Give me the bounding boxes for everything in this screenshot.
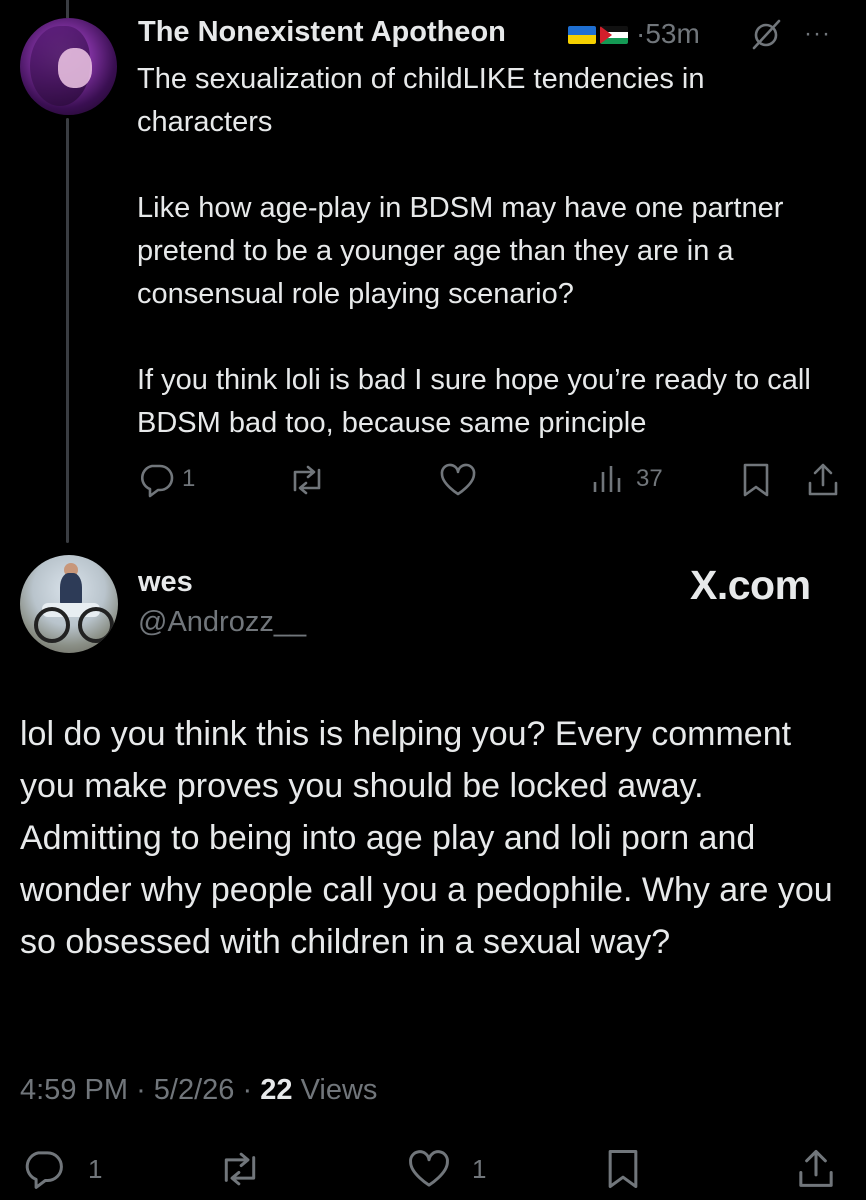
author-name[interactable]: wes: [138, 566, 193, 599]
post-text: lol do you think this is helping you? Ev…: [20, 715, 833, 961]
views-count: 22: [260, 1074, 293, 1106]
reply-count: 1: [182, 465, 196, 492]
post-text-line: Like how age-play in BDSM may have one p…: [137, 192, 784, 310]
post-text-line: The sexualization of childLIKE tendencie…: [137, 63, 705, 138]
ukraine-flag-icon: [568, 26, 596, 44]
thread-line: [66, 118, 69, 543]
repost-icon[interactable]: [286, 462, 328, 498]
post-text: The sexualization of childLIKE tendencie…: [137, 58, 837, 445]
avatar-wheel: [34, 607, 70, 643]
thread-line-top: [66, 0, 69, 18]
avatar[interactable]: [20, 555, 118, 653]
author-handle[interactable]: @Androzz__: [138, 606, 306, 639]
reply-icon[interactable]: [20, 1148, 66, 1190]
avatar-wheel: [78, 607, 114, 643]
avatar[interactable]: [20, 18, 117, 115]
separator: ·: [136, 1074, 146, 1106]
separator: ·: [636, 18, 646, 49]
views-count: 37: [636, 465, 663, 492]
palestine-flag-icon: [600, 26, 628, 44]
x-watermark: X.com: [690, 562, 811, 608]
post-date[interactable]: 5/2/26: [154, 1074, 235, 1106]
more-options-icon[interactable]: ···: [804, 20, 831, 48]
like-icon[interactable]: [406, 1148, 452, 1190]
post-time[interactable]: ·53m: [636, 18, 700, 50]
post-time[interactable]: 4:59 PM: [20, 1074, 128, 1106]
bookmark-icon[interactable]: [604, 1148, 642, 1190]
reply-count: 1: [88, 1154, 103, 1184]
views-icon[interactable]: [590, 462, 626, 498]
post-text-line: If you think loli is bad I sure hope you…: [137, 364, 811, 439]
share-icon[interactable]: [806, 462, 840, 498]
views-label: Views: [300, 1074, 378, 1106]
repost-icon[interactable]: [216, 1148, 264, 1190]
avatar-face: [58, 48, 92, 88]
post-metadata: 4:59 PM · 5/2/26 · 22 Views: [20, 1074, 377, 1107]
bookmark-icon[interactable]: [740, 462, 772, 498]
time-label: 53m: [645, 18, 700, 49]
reply-icon[interactable]: [136, 462, 176, 498]
share-icon[interactable]: [796, 1148, 836, 1190]
author-name[interactable]: The Nonexistent Apotheon: [138, 16, 506, 49]
like-icon[interactable]: [438, 462, 478, 498]
mute-icon[interactable]: [748, 18, 784, 50]
like-count: 1: [472, 1154, 487, 1184]
separator: ·: [242, 1074, 253, 1106]
